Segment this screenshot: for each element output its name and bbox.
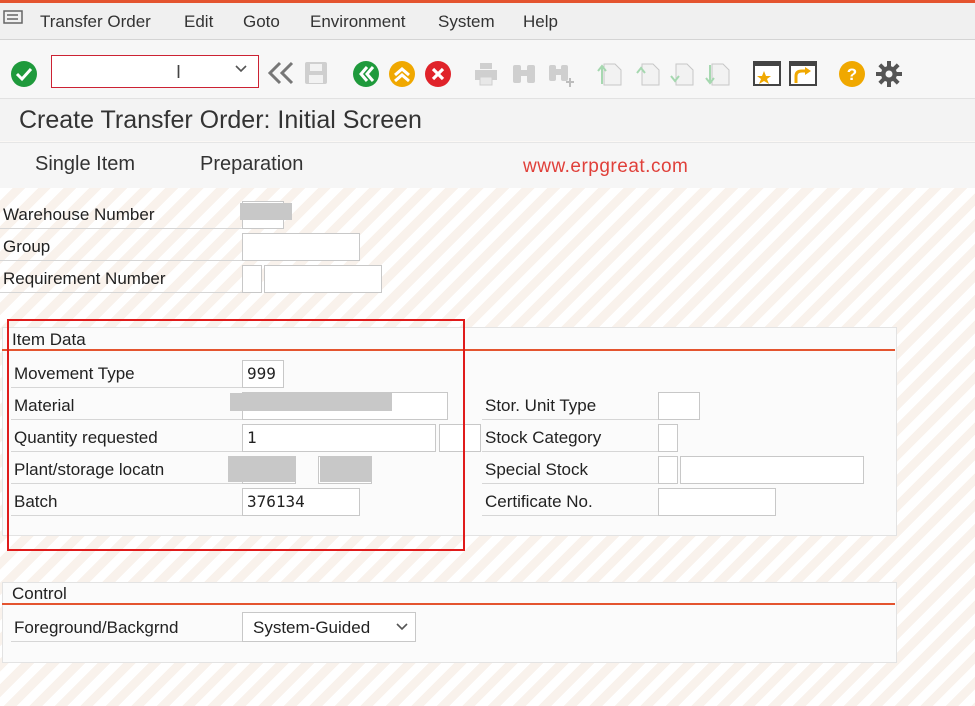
first-page-icon[interactable] [596, 60, 624, 88]
settings-gear-icon[interactable] [874, 59, 904, 89]
application-toolbar [0, 142, 975, 189]
control-title: Control [12, 584, 67, 603]
group-field[interactable] [242, 233, 360, 261]
menu-transfer-order[interactable]: Transfer Order [40, 12, 151, 32]
command-field[interactable]: I [51, 55, 259, 88]
find-icon[interactable] [510, 60, 538, 88]
next-page-icon[interactable] [668, 60, 696, 88]
create-session-icon[interactable] [752, 59, 782, 89]
single-item-button[interactable]: Single Item [35, 153, 135, 176]
find-next-icon[interactable] [546, 60, 576, 88]
menu-edit[interactable]: Edit [184, 12, 213, 32]
requirement-number-field[interactable] [264, 265, 382, 293]
page-title: Create Transfer Order: Initial Screen [19, 106, 422, 134]
help-icon[interactable]: ? [838, 60, 866, 88]
exit-icon[interactable] [388, 60, 416, 88]
menu-system[interactable]: System [438, 12, 495, 32]
stock-category-label: Stock Category [482, 424, 658, 452]
menu-environment[interactable]: Environment [310, 12, 405, 32]
certificate-no-field[interactable] [658, 488, 776, 516]
text-cursor-icon: I [176, 62, 182, 82]
requirement-type-field[interactable] [242, 265, 262, 293]
menu-bar: Transfer Order Edit Goto Environment Sys… [0, 3, 975, 40]
last-page-icon[interactable] [704, 60, 732, 88]
special-stock-number-field[interactable] [680, 456, 864, 484]
enter-icon[interactable] [10, 60, 38, 88]
menu-help[interactable]: Help [523, 12, 558, 32]
dropdown-caret-icon[interactable] [234, 62, 248, 76]
group-label: Group [0, 233, 242, 261]
foreground-background-value: System-Guided [253, 618, 371, 637]
watermark-text: www.erpgreat.com [523, 156, 689, 177]
warehouse-number-label: Warehouse Number [0, 201, 242, 229]
back-icon[interactable] [352, 60, 380, 88]
foreground-background-label: Foreground/Backgrnd [11, 614, 242, 642]
svg-text:?: ? [847, 65, 857, 84]
stor-unit-type-field[interactable] [658, 392, 700, 420]
chevron-down-icon [396, 623, 408, 631]
stock-category-field[interactable] [658, 424, 678, 452]
menu-goto[interactable]: Goto [243, 12, 280, 32]
stor-unit-type-label: Stor. Unit Type [482, 392, 658, 420]
special-stock-label: Special Stock [482, 456, 658, 484]
sap-menu-icon[interactable] [3, 9, 25, 25]
print-icon[interactable] [472, 60, 500, 88]
requirement-number-label: Requirement Number [0, 265, 242, 293]
control-divider [2, 603, 895, 605]
save-icon[interactable] [302, 59, 330, 87]
cancel-icon[interactable] [424, 60, 452, 88]
previous-page-icon[interactable] [634, 60, 662, 88]
preparation-button[interactable]: Preparation [200, 153, 303, 176]
back-history-icon[interactable] [266, 60, 296, 86]
certificate-no-label: Certificate No. [482, 488, 658, 516]
highlight-box [7, 319, 465, 551]
redacted-block [240, 203, 292, 220]
foreground-background-select[interactable]: System-Guided [242, 612, 416, 642]
special-stock-indicator-field[interactable] [658, 456, 678, 484]
generate-shortcut-icon[interactable] [788, 59, 818, 89]
